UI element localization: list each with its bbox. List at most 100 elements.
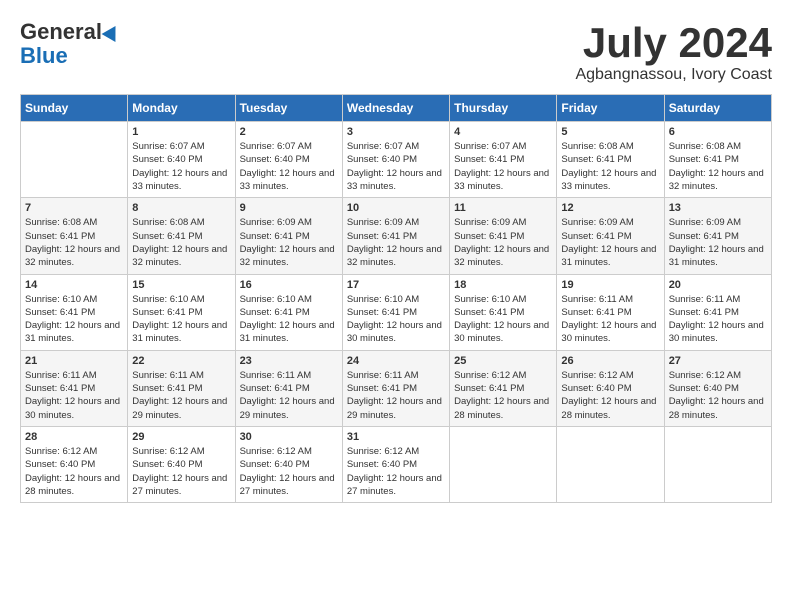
calendar-cell: 15 Sunrise: 6:10 AMSunset: 6:41 PMDaylig… — [128, 274, 235, 350]
month-title: July 2024 — [575, 20, 772, 66]
day-number: 28 — [25, 431, 123, 443]
day-info: Sunrise: 6:08 AMSunset: 6:41 PMDaylight:… — [669, 140, 767, 193]
day-info: Sunrise: 6:09 AMSunset: 6:41 PMDaylight:… — [454, 216, 552, 269]
day-info: Sunrise: 6:09 AMSunset: 6:41 PMDaylight:… — [240, 216, 338, 269]
logo-text-general: General — [20, 20, 102, 44]
calendar-table: SundayMondayTuesdayWednesdayThursdayFrid… — [20, 94, 772, 503]
day-number: 15 — [132, 279, 230, 291]
day-info: Sunrise: 6:07 AMSunset: 6:40 PMDaylight:… — [132, 140, 230, 193]
calendar-cell — [664, 426, 771, 502]
day-number: 2 — [240, 126, 338, 138]
day-of-week-header: Wednesday — [342, 95, 449, 122]
location: Agbangnassou, Ivory Coast — [575, 66, 772, 84]
day-of-week-header: Saturday — [664, 95, 771, 122]
day-number: 10 — [347, 202, 445, 214]
day-of-week-header: Friday — [557, 95, 664, 122]
day-number: 16 — [240, 279, 338, 291]
day-info: Sunrise: 6:10 AMSunset: 6:41 PMDaylight:… — [25, 293, 123, 346]
day-number: 9 — [240, 202, 338, 214]
day-number: 6 — [669, 126, 767, 138]
day-of-week-header: Sunday — [21, 95, 128, 122]
calendar-cell: 16 Sunrise: 6:10 AMSunset: 6:41 PMDaylig… — [235, 274, 342, 350]
calendar-cell: 18 Sunrise: 6:10 AMSunset: 6:41 PMDaylig… — [450, 274, 557, 350]
calendar-cell: 24 Sunrise: 6:11 AMSunset: 6:41 PMDaylig… — [342, 350, 449, 426]
day-info: Sunrise: 6:08 AMSunset: 6:41 PMDaylight:… — [561, 140, 659, 193]
calendar-cell: 21 Sunrise: 6:11 AMSunset: 6:41 PMDaylig… — [21, 350, 128, 426]
calendar-week-row: 1 Sunrise: 6:07 AMSunset: 6:40 PMDayligh… — [21, 122, 772, 198]
day-info: Sunrise: 6:10 AMSunset: 6:41 PMDaylight:… — [454, 293, 552, 346]
day-info: Sunrise: 6:12 AMSunset: 6:40 PMDaylight:… — [132, 445, 230, 498]
calendar-header-row: SundayMondayTuesdayWednesdayThursdayFrid… — [21, 95, 772, 122]
calendar-cell: 8 Sunrise: 6:08 AMSunset: 6:41 PMDayligh… — [128, 198, 235, 274]
day-info: Sunrise: 6:12 AMSunset: 6:40 PMDaylight:… — [25, 445, 123, 498]
day-info: Sunrise: 6:11 AMSunset: 6:41 PMDaylight:… — [669, 293, 767, 346]
calendar-cell: 25 Sunrise: 6:12 AMSunset: 6:41 PMDaylig… — [450, 350, 557, 426]
calendar-cell: 10 Sunrise: 6:09 AMSunset: 6:41 PMDaylig… — [342, 198, 449, 274]
day-info: Sunrise: 6:09 AMSunset: 6:41 PMDaylight:… — [561, 216, 659, 269]
day-number: 25 — [454, 355, 552, 367]
day-number: 21 — [25, 355, 123, 367]
day-number: 12 — [561, 202, 659, 214]
day-number: 31 — [347, 431, 445, 443]
calendar-cell — [21, 122, 128, 198]
calendar-cell: 12 Sunrise: 6:09 AMSunset: 6:41 PMDaylig… — [557, 198, 664, 274]
day-info: Sunrise: 6:11 AMSunset: 6:41 PMDaylight:… — [561, 293, 659, 346]
day-info: Sunrise: 6:09 AMSunset: 6:41 PMDaylight:… — [347, 216, 445, 269]
day-info: Sunrise: 6:10 AMSunset: 6:41 PMDaylight:… — [347, 293, 445, 346]
day-info: Sunrise: 6:09 AMSunset: 6:41 PMDaylight:… — [669, 216, 767, 269]
calendar-cell: 5 Sunrise: 6:08 AMSunset: 6:41 PMDayligh… — [557, 122, 664, 198]
day-info: Sunrise: 6:11 AMSunset: 6:41 PMDaylight:… — [347, 369, 445, 422]
day-number: 3 — [347, 126, 445, 138]
calendar-cell: 22 Sunrise: 6:11 AMSunset: 6:41 PMDaylig… — [128, 350, 235, 426]
calendar-cell: 20 Sunrise: 6:11 AMSunset: 6:41 PMDaylig… — [664, 274, 771, 350]
day-info: Sunrise: 6:12 AMSunset: 6:41 PMDaylight:… — [454, 369, 552, 422]
calendar-cell: 17 Sunrise: 6:10 AMSunset: 6:41 PMDaylig… — [342, 274, 449, 350]
day-number: 17 — [347, 279, 445, 291]
day-info: Sunrise: 6:07 AMSunset: 6:40 PMDaylight:… — [347, 140, 445, 193]
calendar-week-row: 21 Sunrise: 6:11 AMSunset: 6:41 PMDaylig… — [21, 350, 772, 426]
day-info: Sunrise: 6:08 AMSunset: 6:41 PMDaylight:… — [25, 216, 123, 269]
calendar-cell: 23 Sunrise: 6:11 AMSunset: 6:41 PMDaylig… — [235, 350, 342, 426]
calendar-cell — [557, 426, 664, 502]
title-block: July 2024 Agbangnassou, Ivory Coast — [575, 20, 772, 84]
day-number: 11 — [454, 202, 552, 214]
calendar-cell: 31 Sunrise: 6:12 AMSunset: 6:40 PMDaylig… — [342, 426, 449, 502]
day-info: Sunrise: 6:07 AMSunset: 6:41 PMDaylight:… — [454, 140, 552, 193]
day-number: 18 — [454, 279, 552, 291]
day-number: 19 — [561, 279, 659, 291]
day-number: 29 — [132, 431, 230, 443]
logo-text-blue: Blue — [20, 44, 68, 68]
day-info: Sunrise: 6:08 AMSunset: 6:41 PMDaylight:… — [132, 216, 230, 269]
calendar-cell: 7 Sunrise: 6:08 AMSunset: 6:41 PMDayligh… — [21, 198, 128, 274]
day-of-week-header: Thursday — [450, 95, 557, 122]
day-info: Sunrise: 6:12 AMSunset: 6:40 PMDaylight:… — [561, 369, 659, 422]
calendar-cell: 13 Sunrise: 6:09 AMSunset: 6:41 PMDaylig… — [664, 198, 771, 274]
day-number: 20 — [669, 279, 767, 291]
day-info: Sunrise: 6:07 AMSunset: 6:40 PMDaylight:… — [240, 140, 338, 193]
day-number: 22 — [132, 355, 230, 367]
day-number: 26 — [561, 355, 659, 367]
calendar-cell: 14 Sunrise: 6:10 AMSunset: 6:41 PMDaylig… — [21, 274, 128, 350]
calendar-week-row: 14 Sunrise: 6:10 AMSunset: 6:41 PMDaylig… — [21, 274, 772, 350]
day-info: Sunrise: 6:11 AMSunset: 6:41 PMDaylight:… — [240, 369, 338, 422]
day-of-week-header: Monday — [128, 95, 235, 122]
calendar-week-row: 28 Sunrise: 6:12 AMSunset: 6:40 PMDaylig… — [21, 426, 772, 502]
calendar-cell: 2 Sunrise: 6:07 AMSunset: 6:40 PMDayligh… — [235, 122, 342, 198]
calendar-cell: 4 Sunrise: 6:07 AMSunset: 6:41 PMDayligh… — [450, 122, 557, 198]
day-number: 27 — [669, 355, 767, 367]
day-info: Sunrise: 6:10 AMSunset: 6:41 PMDaylight:… — [132, 293, 230, 346]
calendar-cell: 29 Sunrise: 6:12 AMSunset: 6:40 PMDaylig… — [128, 426, 235, 502]
calendar-week-row: 7 Sunrise: 6:08 AMSunset: 6:41 PMDayligh… — [21, 198, 772, 274]
day-number: 23 — [240, 355, 338, 367]
calendar-cell: 9 Sunrise: 6:09 AMSunset: 6:41 PMDayligh… — [235, 198, 342, 274]
calendar-cell: 30 Sunrise: 6:12 AMSunset: 6:40 PMDaylig… — [235, 426, 342, 502]
day-number: 4 — [454, 126, 552, 138]
calendar-cell: 28 Sunrise: 6:12 AMSunset: 6:40 PMDaylig… — [21, 426, 128, 502]
logo-icon — [102, 22, 123, 42]
calendar-cell: 3 Sunrise: 6:07 AMSunset: 6:40 PMDayligh… — [342, 122, 449, 198]
logo: General Blue — [20, 20, 120, 68]
calendar-cell: 26 Sunrise: 6:12 AMSunset: 6:40 PMDaylig… — [557, 350, 664, 426]
day-number: 14 — [25, 279, 123, 291]
day-number: 5 — [561, 126, 659, 138]
calendar-cell: 19 Sunrise: 6:11 AMSunset: 6:41 PMDaylig… — [557, 274, 664, 350]
